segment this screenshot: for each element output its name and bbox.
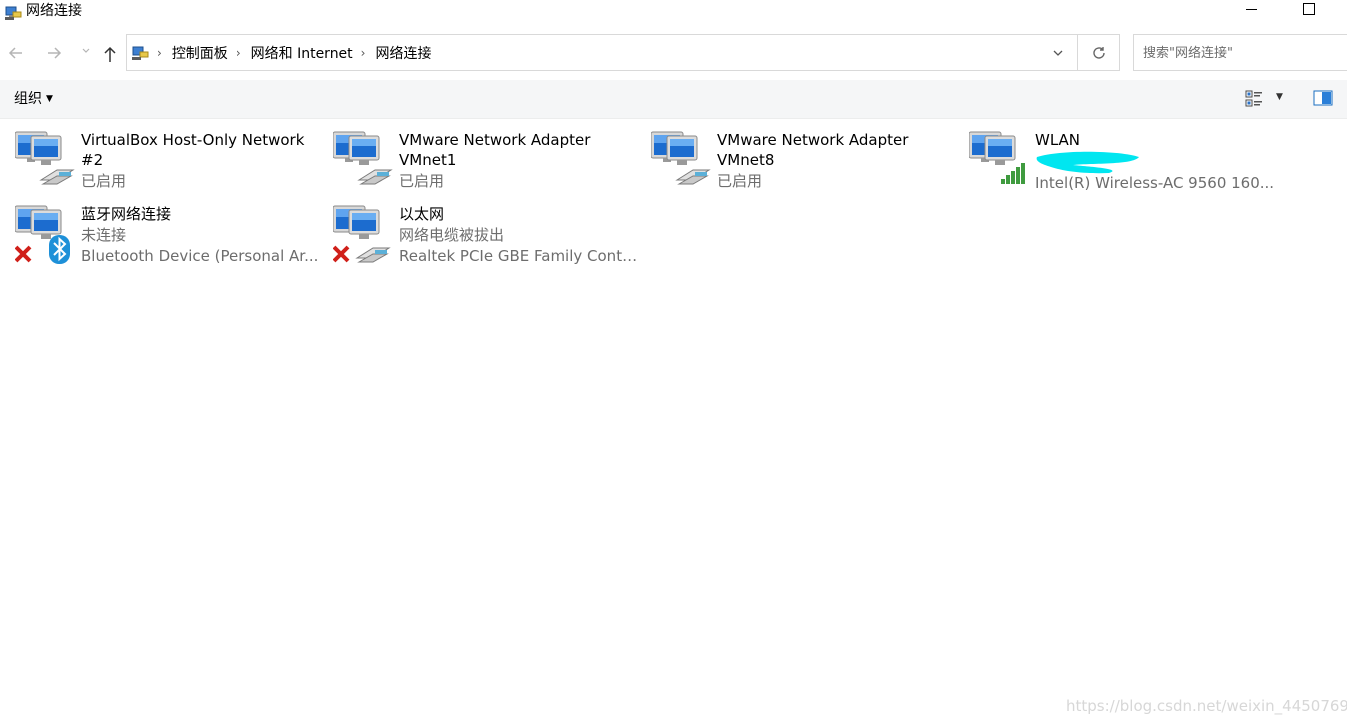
redaction-mark [1036, 151, 1139, 174]
item-name: VMware Network Adapter VMnet8 [717, 131, 909, 169]
chevron-down-icon [82, 48, 90, 53]
back-button[interactable] [6, 44, 26, 64]
window-title: 网络连接 [26, 3, 82, 19]
preview-pane-icon[interactable] [1313, 90, 1333, 106]
network-adapter-icon [333, 131, 393, 185]
breadcrumb-item[interactable]: 控制面板 [172, 43, 228, 63]
list-item[interactable]: VirtualBox Host-Only Network #2 已启用 [15, 130, 325, 196]
minimize-button[interactable] [1228, 0, 1274, 26]
organize-label: 组织 [14, 91, 42, 107]
refresh-button[interactable] [1078, 34, 1120, 71]
item-status: 已启用 [81, 172, 127, 190]
watermark: https://blog.csdn.net/weixin_44507694 [1066, 697, 1347, 715]
command-bar: 组织 ▼ ▼ [0, 80, 1347, 119]
address-dropdown-button[interactable] [1048, 34, 1068, 71]
network-adapter-icon [333, 205, 391, 263]
forward-button[interactable] [44, 44, 64, 64]
refresh-icon [1092, 46, 1105, 59]
chevron-right-icon[interactable]: › [361, 46, 366, 60]
item-device: Bluetooth Device (Personal Ar... [81, 247, 319, 265]
change-view-icon[interactable] [1244, 89, 1264, 109]
breadcrumb: › 控制面板 › 网络和 Internet › 网络连接 [131, 35, 431, 70]
network-connections-icon [132, 46, 149, 60]
item-status: 网络电缆被拔出 [399, 226, 505, 244]
list-item[interactable]: 蓝牙网络连接 未连接 Bluetooth Device (Personal Ar… [15, 204, 325, 270]
item-status: 已启用 [717, 172, 763, 190]
list-item[interactable]: VMware Network Adapter VMnet8 已启用 [651, 130, 961, 196]
up-button[interactable] [100, 44, 120, 64]
breadcrumb-item[interactable]: 网络和 Internet [251, 43, 353, 63]
item-status: 已启用 [399, 172, 445, 190]
item-name: VMware Network Adapter VMnet1 [399, 131, 591, 169]
item-device: Realtek PCIe GBE Family Contr... [399, 247, 639, 265]
chevron-right-icon[interactable]: › [157, 46, 162, 60]
minimize-icon [1245, 8, 1257, 10]
item-name: 蓝牙网络连接 [81, 205, 172, 223]
caret-down-icon: ▼ [46, 94, 53, 104]
list-item[interactable]: 以太网 网络电缆被拔出 Realtek PCIe GBE Family Cont… [333, 204, 643, 270]
network-connections-icon [5, 6, 22, 20]
item-device: Intel(R) Wireless-AC 9560 160... [1035, 174, 1275, 192]
item-status: 未连接 [81, 226, 127, 244]
search-box[interactable] [1133, 34, 1347, 72]
list-item[interactable]: WLAN Intel(R) Wireless-AC 9560 160... [969, 130, 1279, 196]
bluetooth-icon [15, 205, 70, 264]
address-bar[interactable]: › 控制面板 › 网络和 Internet › 网络连接 [126, 34, 1078, 71]
maximize-button[interactable] [1286, 0, 1332, 26]
breadcrumb-item[interactable]: 网络连接 [375, 43, 431, 63]
wifi-signal-icon [969, 131, 1025, 184]
list-item[interactable]: VMware Network Adapter VMnet1 已启用 [333, 130, 643, 196]
maximize-icon [1303, 3, 1315, 15]
item-name: 以太网 [399, 205, 445, 223]
chevron-right-icon[interactable]: › [236, 46, 241, 60]
chevron-down-icon [1053, 50, 1063, 56]
view-options-caret-icon[interactable]: ▼ [1276, 92, 1283, 102]
organize-menu-button[interactable]: 组织 ▼ [14, 90, 53, 108]
up-arrow-icon [104, 46, 116, 62]
navigation-bar: › 控制面板 › 网络和 Internet › 网络连接 [0, 34, 1347, 74]
recent-locations-button[interactable] [76, 44, 96, 64]
search-input[interactable] [1134, 35, 1345, 72]
network-adapter-icon [651, 131, 711, 185]
forward-arrow-icon [48, 47, 62, 59]
title-bar: 网络连接 [0, 0, 1347, 26]
back-arrow-icon [8, 47, 22, 59]
network-adapter-icon [15, 131, 75, 185]
item-name: WLAN [1035, 131, 1081, 149]
item-name: VirtualBox Host-Only Network #2 [81, 131, 305, 169]
